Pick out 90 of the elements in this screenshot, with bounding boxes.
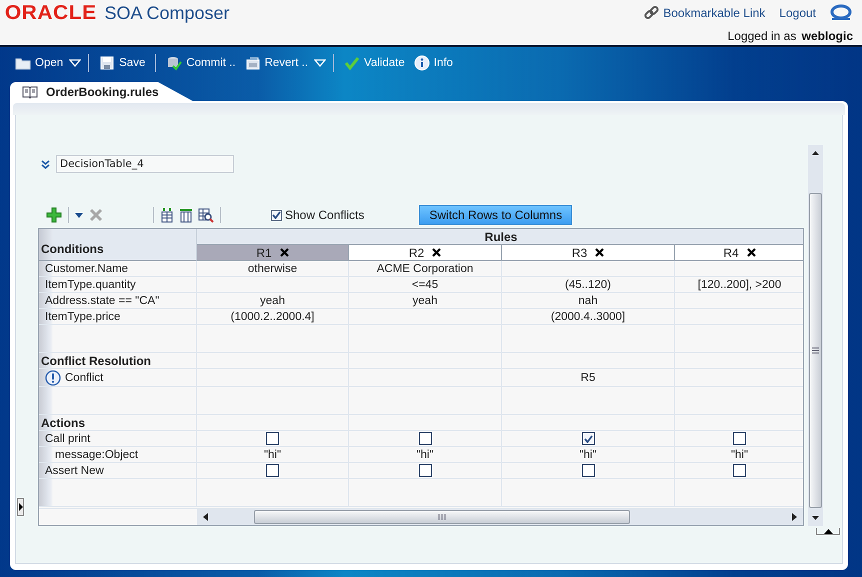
rule-column-header[interactable]: R1 — [197, 245, 349, 261]
insert-column-icon[interactable] — [179, 207, 193, 223]
row-label: message:Object — [54, 448, 138, 460]
close-icon[interactable] — [746, 248, 756, 257]
row-label: Customer.Name — [45, 262, 128, 274]
chain-link-icon — [643, 5, 660, 21]
section-label: Conflict Resolution — [41, 354, 151, 368]
rule-column-header[interactable]: R2 — [349, 245, 502, 261]
close-icon[interactable] — [595, 248, 604, 257]
checkbox[interactable] — [733, 432, 746, 445]
row-label: ItemType.quantity — [45, 278, 136, 290]
checkbox[interactable] — [582, 432, 594, 445]
row-label: Call print — [45, 432, 90, 444]
table-cell: (1000.2..2000.4] — [197, 309, 349, 325]
grip-icon — [438, 514, 446, 520]
collapse-button[interactable] — [816, 528, 840, 535]
section-label: Actions — [41, 416, 86, 430]
vertical-scrollbar[interactable] — [808, 145, 823, 526]
row-label: Assert New — [45, 464, 104, 476]
book-icon — [22, 84, 38, 98]
expand-arrow-icon — [18, 503, 22, 511]
table-cell: "hi" — [349, 447, 502, 463]
collapse-arrow-icon — [824, 529, 832, 534]
show-conflicts-checkbox[interactable] — [271, 210, 282, 220]
row-label: Address.state == "CA" — [45, 294, 160, 306]
insert-row-icon[interactable] — [160, 207, 174, 223]
table-cell: <=45 — [349, 277, 502, 293]
header-link[interactable]: Bookmarkable Link — [643, 5, 766, 21]
table-cell: nah — [502, 293, 675, 309]
close-icon[interactable] — [432, 248, 442, 257]
switch-button[interactable]: Switch Rows to Columns — [419, 205, 572, 225]
dropdown-caret-icon[interactable] — [69, 59, 82, 67]
table-cell: "hi" — [197, 447, 349, 463]
document-tab[interactable]: OrderBooking.rules — [10, 82, 193, 101]
table-search-icon[interactable] — [198, 207, 214, 223]
product-title: SOA Composer — [104, 2, 230, 24]
table-cell: "hi" — [502, 447, 675, 463]
table-name-field[interactable]: DecisionTable_4 — [56, 155, 234, 173]
brand-logo: ORACLE — [4, 2, 97, 24]
table-cell: yeah — [349, 293, 502, 309]
checkmark-icon — [344, 55, 360, 71]
close-icon[interactable] — [280, 248, 289, 257]
checkbox[interactable] — [266, 432, 279, 445]
rule-column-header[interactable]: R3 — [502, 245, 675, 261]
header-link[interactable]: Logout — [779, 6, 816, 20]
scroll-left-icon — [203, 513, 208, 521]
checkbox[interactable] — [733, 464, 746, 477]
table-cell: ACME Corporation — [349, 261, 502, 277]
table-cell: yeah — [197, 293, 349, 309]
checkbox[interactable] — [266, 464, 279, 477]
row-label: ItemType.price — [45, 310, 120, 322]
checkbox[interactable] — [418, 464, 432, 477]
collapse-chevron-icon[interactable] — [41, 160, 50, 168]
info-icon — [414, 55, 430, 71]
toolbar-button[interactable]: Commit .. — [163, 53, 239, 73]
database-check-icon — [166, 55, 182, 71]
table-cell: [120..200], >200 — [675, 277, 803, 293]
column-header: Rules — [484, 230, 518, 244]
checkbox-label: Show Conflicts — [285, 208, 364, 222]
row-label: Conflict — [65, 372, 104, 384]
checkmark-icon — [272, 211, 281, 219]
scroll-down-icon — [812, 516, 819, 520]
grip-icon — [812, 347, 819, 354]
ring-logo-icon — [830, 4, 852, 22]
table-cell: (45..120) — [502, 277, 675, 293]
checkmark-icon — [584, 434, 592, 442]
horizontal-scrollbar[interactable] — [197, 509, 803, 525]
toolbar-button[interactable]: Save — [96, 53, 148, 73]
add-icon[interactable] — [46, 207, 62, 223]
dropdown-caret-icon[interactable] — [314, 59, 326, 67]
column-header: Conditions — [41, 242, 104, 256]
toolbar-button[interactable]: Revert .. — [242, 53, 312, 73]
checkbox[interactable] — [418, 432, 432, 445]
rule-column-header[interactable]: R4 — [675, 245, 803, 261]
document-icon — [244, 55, 261, 71]
table-cell: "hi" — [675, 447, 803, 463]
expand-handle[interactable] — [17, 498, 24, 516]
checkbox[interactable] — [582, 464, 594, 477]
scroll-right-icon — [792, 513, 797, 521]
table-cell: otherwise — [197, 261, 349, 277]
scrollbar-thumb[interactable] — [809, 193, 822, 508]
table-cell: (2000.4..3000] — [502, 309, 675, 325]
toolbar-button[interactable]: Validate — [341, 53, 408, 73]
table-cell: R5 — [502, 369, 675, 387]
login-status: Logged in as weblogic — [728, 28, 853, 42]
scroll-up-icon — [812, 151, 819, 155]
dropdown-caret-icon[interactable] — [75, 212, 83, 218]
toolbar-button[interactable]: Open — [12, 53, 66, 73]
toolbar-button[interactable]: Info — [410, 53, 456, 73]
scrollbar-thumb[interactable] — [254, 510, 630, 524]
